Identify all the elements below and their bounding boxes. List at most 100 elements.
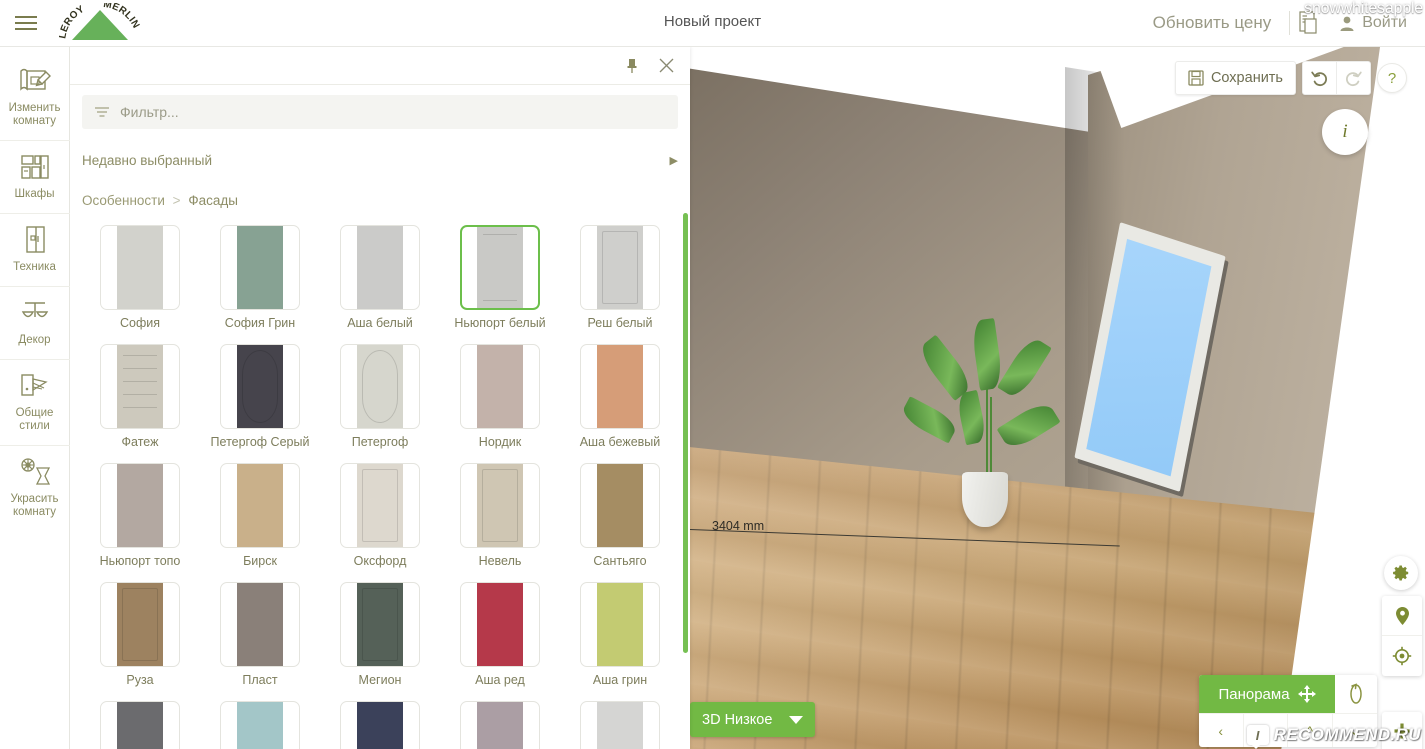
edit-room-icon — [19, 68, 51, 91]
facade-swatch[interactable] — [220, 344, 300, 429]
facade-tile[interactable]: Фатеж — [82, 331, 198, 450]
crosshair-target-icon[interactable] — [1382, 636, 1422, 676]
facade-swatch[interactable] — [340, 582, 420, 667]
sidebar-item-styles[interactable]: Общие стили — [0, 360, 70, 446]
facade-swatch-selected[interactable] — [460, 225, 540, 310]
facade-tile[interactable]: Аша белый — [322, 212, 438, 331]
door-arch-panel — [362, 350, 398, 423]
facade-swatch[interactable] — [460, 463, 540, 548]
facade-swatch[interactable] — [100, 582, 180, 667]
map-pin-icon[interactable] — [1382, 596, 1422, 636]
facade-swatch[interactable] — [580, 582, 660, 667]
facade-tile[interactable]: Ньюпорт белый — [442, 212, 558, 331]
facade-tile[interactable]: София — [82, 212, 198, 331]
facade-tile[interactable]: Аша грин — [562, 569, 678, 688]
zoom-in-button[interactable] — [1382, 712, 1422, 749]
facade-door-preview — [597, 226, 643, 309]
facade-tile[interactable]: Реш белый — [562, 212, 678, 331]
room-scene: 3404 mm — [690, 47, 1425, 749]
caret-down-icon — [789, 715, 803, 724]
facade-swatch[interactable] — [100, 225, 180, 310]
facade-tile[interactable] — [322, 688, 438, 749]
nav-down-button[interactable]: ⌄ — [1333, 714, 1378, 747]
facade-tile-label: Петергоф Серый — [210, 435, 310, 449]
logo-wordmark: LEROY MERLIN — [59, 3, 141, 40]
facade-tile[interactable]: Сантьяго — [562, 450, 678, 569]
facade-swatch[interactable] — [340, 225, 420, 310]
left-tool-rail: Изменить комнату Шкафы Техника Декор Общ… — [0, 47, 70, 749]
panorama-button[interactable]: Панорама — [1199, 675, 1335, 713]
settings-button[interactable] — [1384, 556, 1418, 590]
facade-tile-label: Ньюпорт белый — [454, 316, 546, 330]
top-bar: LEROY MERLIN Новый проект Обновить цену — [0, 0, 1425, 47]
update-price-button[interactable]: Обновить цену — [1135, 13, 1290, 33]
breadcrumb-root[interactable]: Особенности — [82, 193, 165, 208]
info-button[interactable]: i — [1322, 109, 1368, 155]
facade-tile[interactable]: Невель — [442, 450, 558, 569]
facade-swatch[interactable] — [580, 225, 660, 310]
nav-left-button[interactable]: ‹ — [1199, 714, 1244, 747]
sidebar-item-appliances[interactable]: Техника — [0, 214, 70, 287]
hamburger-menu-icon[interactable] — [0, 0, 52, 47]
filter-placeholder: Фильтр... — [120, 104, 179, 120]
undo-arrow-icon[interactable] — [1303, 62, 1336, 94]
close-icon[interactable] — [656, 56, 676, 76]
facade-swatch[interactable] — [340, 701, 420, 749]
login-button[interactable]: Войти — [1330, 14, 1415, 32]
facade-tile[interactable]: Оксфорд — [322, 450, 438, 569]
facade-swatch[interactable] — [460, 344, 540, 429]
facade-swatch[interactable] — [220, 463, 300, 548]
rotate-orbit-icon[interactable] — [1335, 675, 1377, 713]
facade-tile[interactable]: Петергоф — [322, 331, 438, 450]
facade-tile[interactable] — [442, 688, 558, 749]
sidebar-item-cabinets[interactable]: Шкафы — [0, 141, 70, 214]
3d-viewport[interactable]: 3404 mm Сохранить ? i Панорама ‹ › ^ ⌄ 3… — [690, 47, 1425, 749]
facade-swatch[interactable] — [460, 582, 540, 667]
nav-up-button[interactable]: ^ — [1288, 714, 1333, 747]
facade-tile[interactable]: Петергоф Серый — [202, 331, 318, 450]
breadcrumb-separator: > — [172, 193, 181, 208]
facade-swatch[interactable] — [340, 344, 420, 429]
facade-tile[interactable]: Ньюпорт топо — [82, 450, 198, 569]
facade-tile[interactable] — [82, 688, 198, 749]
quality-select[interactable]: 3D Низкое — [690, 702, 815, 737]
facade-swatch[interactable] — [460, 701, 540, 749]
facade-tile[interactable]: Пласт — [202, 569, 318, 688]
facade-swatch[interactable] — [580, 463, 660, 548]
app-root: LEROY MERLIN Новый проект Обновить цену — [0, 0, 1425, 749]
facade-tile[interactable]: Руза — [82, 569, 198, 688]
facade-tile[interactable]: Бирск — [202, 450, 318, 569]
facade-swatch[interactable] — [220, 701, 300, 749]
sidebar-item-decorate-room[interactable]: Украсить комнату — [0, 446, 70, 531]
filter-input[interactable]: Фильтр... — [82, 95, 678, 129]
leroy-merlin-logo[interactable]: LEROY MERLIN — [59, 0, 142, 47]
save-label: Сохранить — [1210, 70, 1283, 86]
facade-swatch[interactable] — [340, 463, 420, 548]
facade-swatch[interactable] — [100, 701, 180, 749]
facade-tile[interactable]: Мегион — [322, 569, 438, 688]
sidebar-item-decor[interactable]: Декор — [0, 287, 70, 360]
facade-swatch[interactable] — [100, 344, 180, 429]
redo-arrow-icon[interactable] — [1337, 62, 1370, 94]
facade-tile[interactable] — [202, 688, 318, 749]
recently-selected-row[interactable]: Недавно выбранный ▶ — [82, 145, 678, 175]
sidebar-item-edit-room[interactable]: Изменить комнату — [0, 55, 70, 141]
facade-swatch[interactable] — [100, 463, 180, 548]
facade-grid-scroll[interactable]: София София Грин Аша белый Ньюпорт белый Реш… — [70, 212, 690, 749]
help-button[interactable]: ? — [1377, 63, 1407, 93]
facade-tile[interactable]: София Грин — [202, 212, 318, 331]
facade-tile[interactable] — [562, 688, 678, 749]
save-button[interactable]: Сохранить — [1174, 61, 1296, 95]
facade-tile[interactable]: Нордик — [442, 331, 558, 450]
document-list-icon[interactable] — [1290, 11, 1330, 35]
pin-icon[interactable] — [622, 56, 642, 76]
facade-swatch[interactable] — [220, 582, 300, 667]
facade-tile[interactable]: Аша бежевый — [562, 331, 678, 450]
panel-scrollbar[interactable] — [683, 213, 688, 653]
facade-swatch[interactable] — [580, 344, 660, 429]
floppy-disk-icon — [1188, 70, 1204, 86]
facade-swatch[interactable] — [580, 701, 660, 749]
nav-right-button[interactable]: › — [1244, 714, 1288, 747]
facade-swatch[interactable] — [220, 225, 300, 310]
facade-tile[interactable]: Аша ред — [442, 569, 558, 688]
